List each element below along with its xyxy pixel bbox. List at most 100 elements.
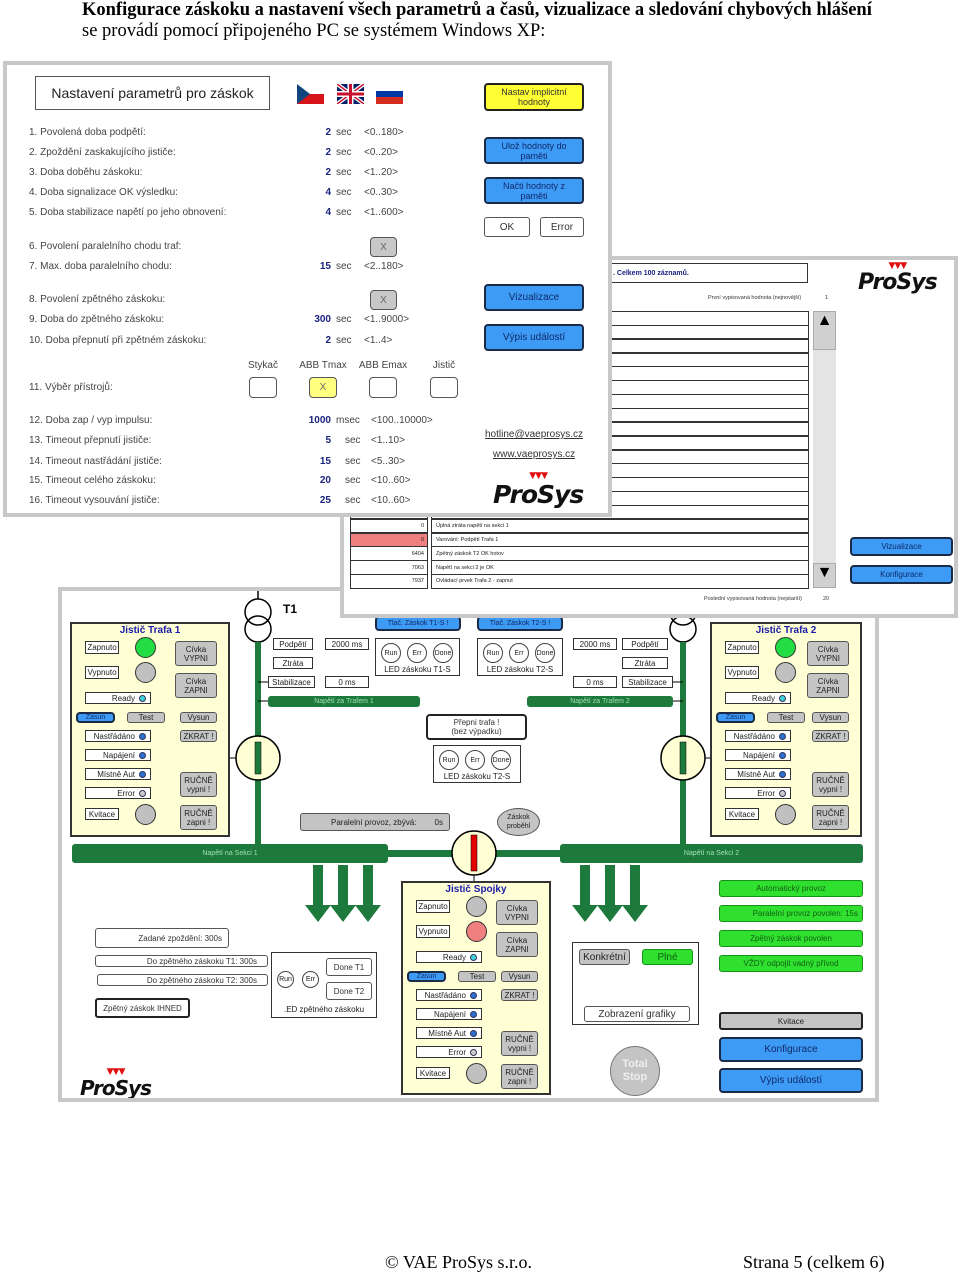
hotline-email-link[interactable]: hotline@vaeprosys.cz bbox=[474, 429, 594, 440]
visualization-button[interactable]: Vizualizace bbox=[850, 537, 953, 556]
short-circuit-button[interactable]: ZKRAT ! bbox=[812, 730, 849, 742]
save-to-memory-button[interactable]: Ulož hodnoty do paměti bbox=[484, 137, 584, 164]
ok-button[interactable]: OK bbox=[484, 217, 530, 237]
test-button[interactable]: Test bbox=[767, 712, 805, 723]
acknowledge-button[interactable]: Kvitace bbox=[719, 1012, 863, 1030]
total-stop-button[interactable]: Total Stop bbox=[610, 1046, 660, 1096]
test-button[interactable]: Test bbox=[127, 712, 165, 723]
coil-off-button[interactable]: Cívka VYPNI bbox=[175, 641, 217, 666]
configuration-button[interactable]: Konfigurace bbox=[719, 1037, 863, 1062]
param-value[interactable]: 25 bbox=[291, 495, 331, 506]
push-transfer-t2s-button[interactable]: Tlač. Záskok T2-S ! bbox=[477, 616, 563, 631]
breaker-panel: Jistič Trafa 2 Zapnuto Cívka VYPNI Vypnuto C… bbox=[710, 622, 862, 837]
intro-rest: se provádí pomocí připojeného PC se syst… bbox=[82, 21, 546, 41]
ready-indicator-label: Ready bbox=[111, 693, 135, 703]
uk-flag-icon[interactable] bbox=[337, 84, 364, 104]
param-value[interactable]: 15 bbox=[291, 261, 331, 272]
load-from-memory-button[interactable]: Načti hodnoty z paměti bbox=[484, 177, 584, 204]
manual-on-button[interactable]: RUČNĚ zapni ! bbox=[180, 805, 217, 830]
ru-flag-icon[interactable] bbox=[376, 84, 403, 104]
acknowledge-button[interactable]: Kvitace bbox=[725, 808, 759, 820]
done-t1-indicator: Done T1 bbox=[326, 958, 372, 976]
scroll-down-icon[interactable]: ▼ bbox=[813, 563, 836, 588]
status-dot-icon bbox=[779, 751, 786, 759]
withdraw-button[interactable]: Vysun bbox=[180, 712, 217, 723]
visualization-window: T1 Podpětí 2000 ms Ztráta Stabilizace 0 … bbox=[58, 587, 879, 1102]
short-circuit-button[interactable]: ZKRAT ! bbox=[180, 730, 217, 742]
short-circuit-button[interactable]: ZKRAT ! bbox=[501, 989, 538, 1001]
push-transfer-t1s-button[interactable]: Tlač. Záskok T1-S ! bbox=[375, 616, 461, 631]
scrollbar[interactable]: ▲ ▼ bbox=[813, 311, 836, 588]
manual-off-button[interactable]: RUČNĚ vypni ! bbox=[812, 772, 849, 797]
first-value[interactable]: 1 bbox=[825, 295, 828, 301]
manual-on-button[interactable]: RUČNĚ zapni ! bbox=[501, 1064, 538, 1089]
device-checkbox[interactable] bbox=[369, 377, 397, 398]
status-dot-icon bbox=[139, 789, 146, 797]
last-value[interactable]: 20 bbox=[823, 596, 829, 602]
acknowledge-button[interactable]: Kvitace bbox=[85, 808, 119, 820]
param-value[interactable]: 4 bbox=[291, 187, 331, 198]
event-log-button[interactable]: Výpis událostí bbox=[484, 324, 584, 351]
power-indicator-label: Napájení bbox=[102, 750, 135, 760]
param-label: 11. Výběr přístrojů: bbox=[29, 382, 113, 393]
manual-on-button[interactable]: RUČNĚ zapni ! bbox=[812, 805, 849, 830]
manual-off-button[interactable]: RUČNĚ vypni ! bbox=[180, 772, 217, 797]
coil-off-button[interactable]: Cívka VYPNI bbox=[807, 641, 849, 666]
insert-button[interactable]: Zasun bbox=[716, 712, 755, 723]
t1-undervoltage: Podpětí bbox=[273, 638, 313, 650]
coil-on-button[interactable]: Cívka ZAPNI bbox=[496, 932, 538, 957]
param-value[interactable]: 2 bbox=[291, 147, 331, 158]
visualization-button[interactable]: Vizualizace bbox=[484, 284, 584, 311]
set-defaults-button[interactable]: Nastav implicitní hodnoty bbox=[484, 83, 584, 111]
back-transfer-now-button[interactable]: Zpětný záskok IHNED bbox=[95, 998, 190, 1018]
param-unit: sec bbox=[345, 435, 361, 446]
full-graphics-button[interactable]: Plné bbox=[642, 949, 693, 965]
device-checkbox[interactable] bbox=[430, 377, 458, 398]
param-value[interactable]: 1000 bbox=[291, 415, 331, 426]
device-label: Jistič bbox=[432, 360, 456, 371]
param-value[interactable]: 2 bbox=[291, 335, 331, 346]
back-run-led: Run bbox=[277, 971, 294, 988]
scroll-up-icon[interactable]: ▲ bbox=[813, 311, 836, 350]
config-title: Nastavení parametrů pro záskok bbox=[35, 76, 270, 110]
device-checkbox[interactable] bbox=[249, 377, 277, 398]
event-log-button[interactable]: Výpis událostí bbox=[719, 1068, 863, 1093]
concrete-graphics-button[interactable]: Konkrétní bbox=[579, 949, 630, 965]
withdraw-button[interactable]: Vysun bbox=[812, 712, 849, 723]
param-value[interactable]: 2 bbox=[291, 167, 331, 178]
acknowledge-button[interactable]: Kvitace bbox=[416, 1067, 450, 1079]
coil-off-button[interactable]: Cívka VYPNI bbox=[496, 900, 538, 925]
status-dot-icon bbox=[779, 789, 786, 797]
param-value[interactable]: 20 bbox=[291, 475, 331, 486]
param-checkbox[interactable]: X bbox=[370, 290, 397, 310]
param-value[interactable]: 300 bbox=[291, 314, 331, 325]
test-button[interactable]: Test bbox=[458, 971, 496, 982]
coil-on-button[interactable]: Cívka ZAPNI bbox=[807, 673, 849, 698]
param-value[interactable]: 15 bbox=[291, 456, 331, 467]
param-label: 14. Timeout nastřádání jističe: bbox=[29, 456, 162, 467]
show-graphics-button[interactable]: Zobrazení grafiky bbox=[584, 1006, 690, 1022]
website-link[interactable]: www.vaeprosys.cz bbox=[474, 449, 594, 460]
acknowledge-led-icon bbox=[466, 1063, 487, 1084]
param-value[interactable]: 2 bbox=[291, 127, 331, 138]
param-unit: sec bbox=[336, 261, 352, 272]
coil-on-button[interactable]: Cívka ZAPNI bbox=[175, 673, 217, 698]
manual-off-button[interactable]: RUČNĚ vypni ! bbox=[501, 1031, 538, 1056]
param-unit: sec bbox=[336, 314, 352, 325]
local-auto-indicator-label: Místně Aut bbox=[97, 769, 135, 779]
switch-transformers-button[interactable]: Přepni trafa ! (bez výpadku) bbox=[426, 714, 527, 740]
err-led: Err bbox=[509, 643, 529, 663]
param-range: <1..600> bbox=[364, 207, 404, 218]
configuration-button[interactable]: Konfigurace bbox=[850, 565, 953, 584]
insert-button[interactable]: Zasun bbox=[407, 971, 446, 982]
param-range: <1..9000> bbox=[364, 314, 410, 325]
error-button[interactable]: Error bbox=[540, 217, 584, 237]
cz-flag-icon[interactable] bbox=[297, 84, 324, 104]
power-indicator-label: Napájení bbox=[742, 750, 775, 760]
param-checkbox[interactable]: X bbox=[370, 237, 397, 257]
withdraw-button[interactable]: Vysun bbox=[501, 971, 538, 982]
param-value[interactable]: 4 bbox=[291, 207, 331, 218]
insert-button[interactable]: Zasun bbox=[76, 712, 115, 723]
param-value[interactable]: 5 bbox=[291, 435, 331, 446]
device-checkbox[interactable]: X bbox=[309, 377, 337, 398]
